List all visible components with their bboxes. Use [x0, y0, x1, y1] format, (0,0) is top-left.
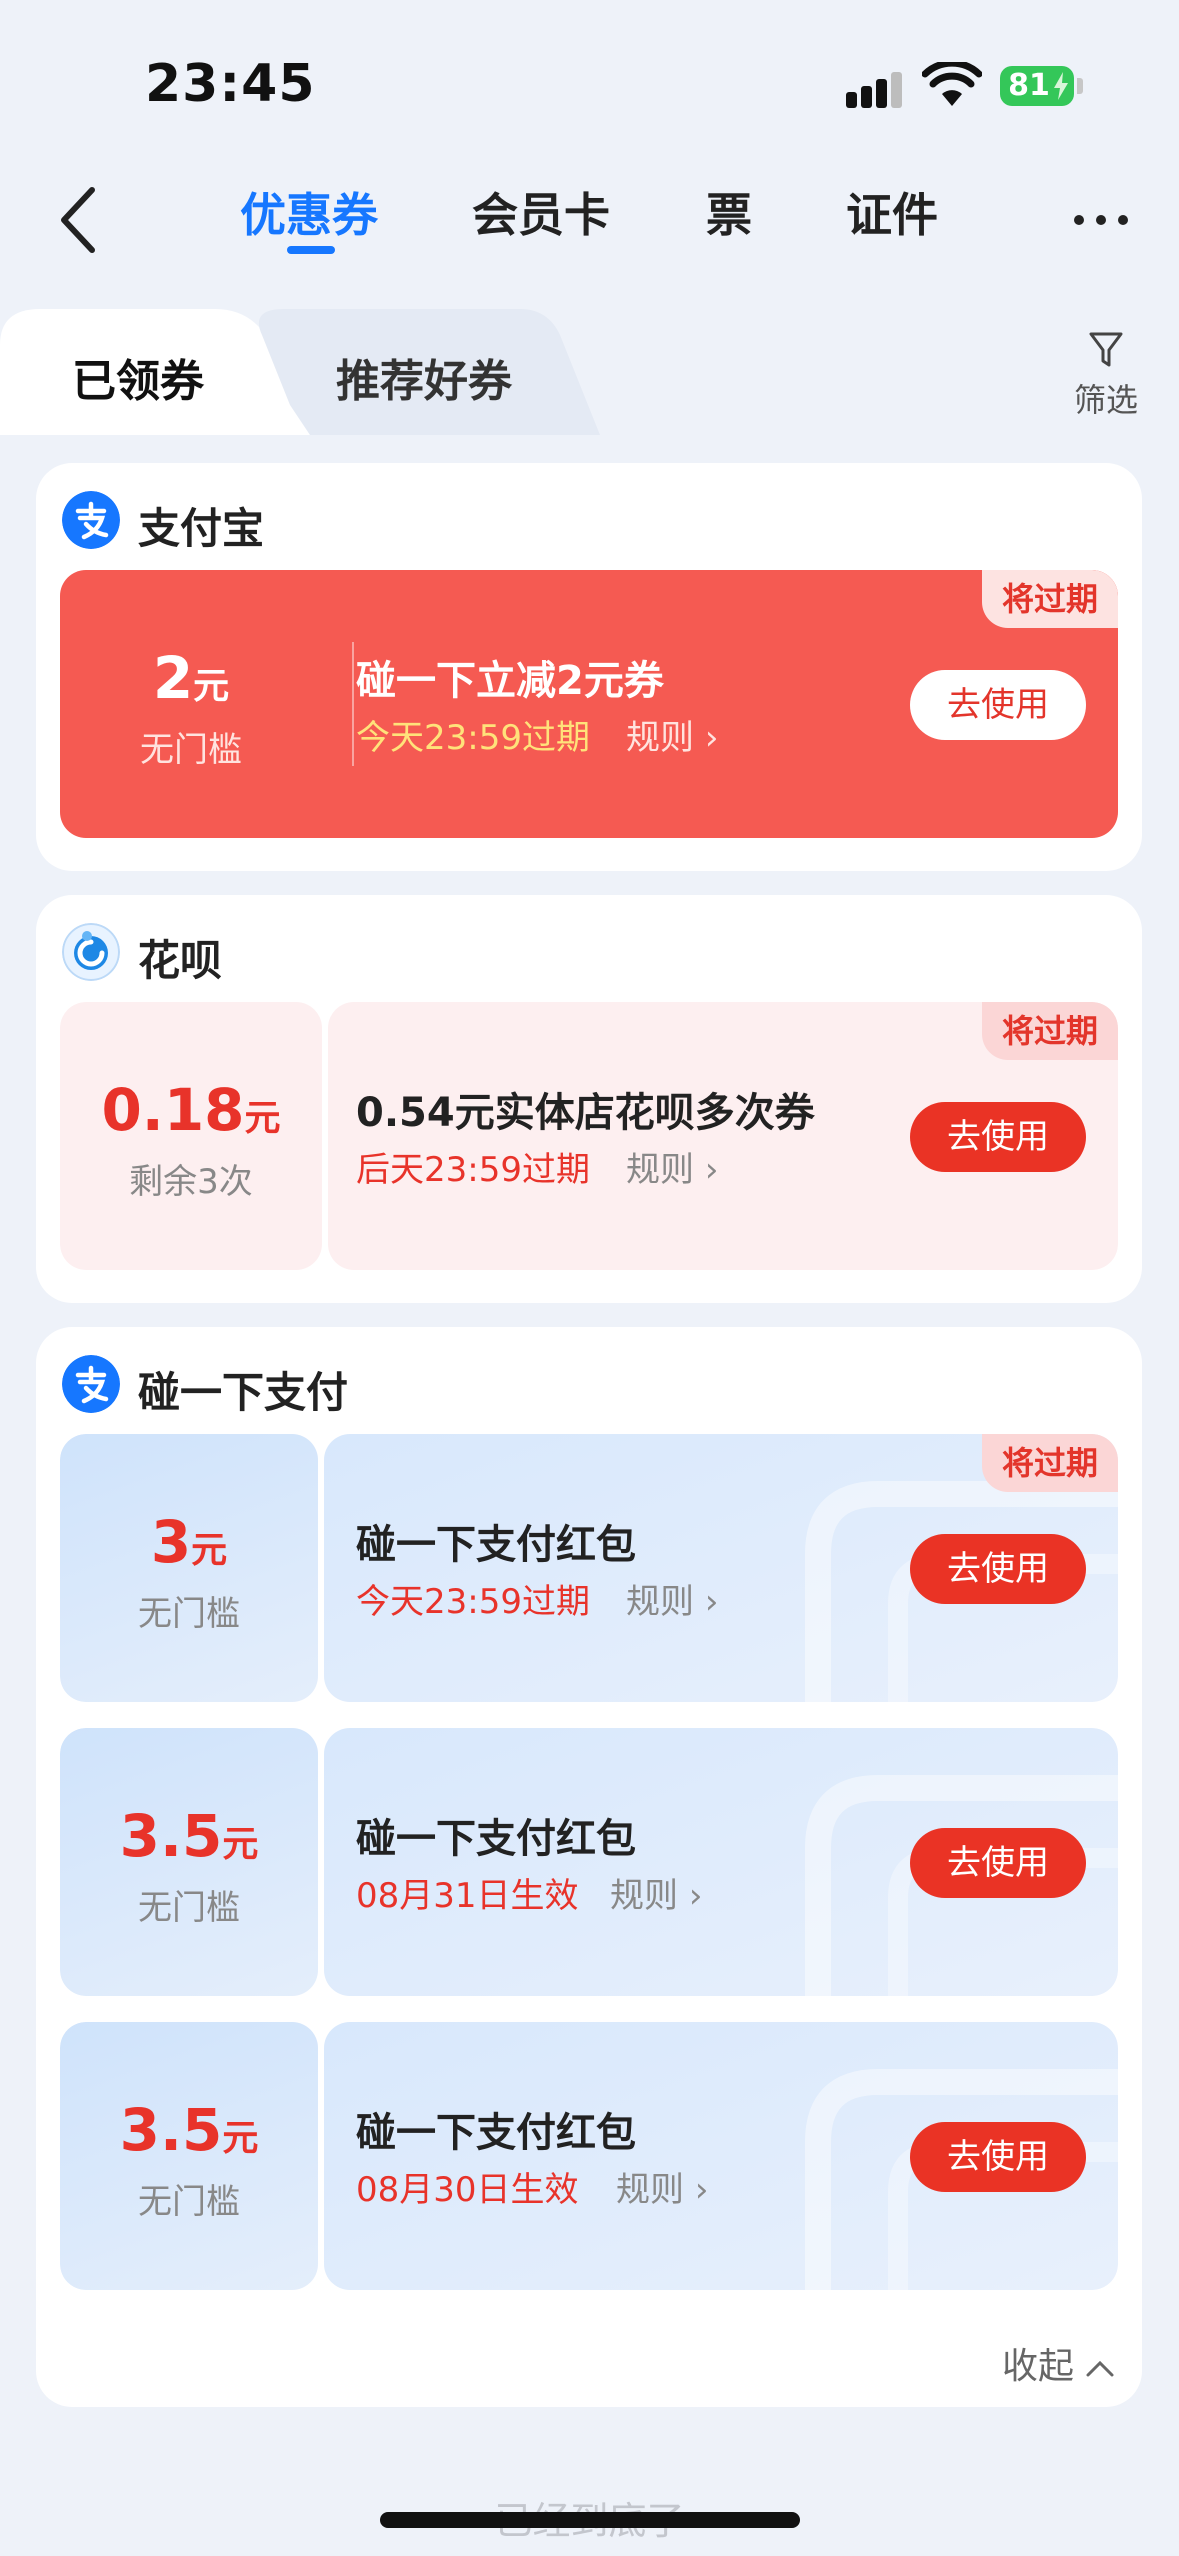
- expiring-badge: 将过期: [982, 1434, 1118, 1492]
- chevron-up-icon: [1086, 2360, 1114, 2377]
- collapse-button[interactable]: 收起: [1002, 2337, 1115, 2389]
- section-huabei: 花呗 0.18元 剩余3次 0.54元实体店花呗多次券 后天23:59过期 规则…: [36, 895, 1142, 1303]
- section-title: 花呗: [138, 936, 223, 985]
- use-coupon-button[interactable]: 去使用: [910, 1534, 1086, 1604]
- cellular-signal-icon: [846, 70, 904, 108]
- more-icon[interactable]: [1074, 205, 1130, 235]
- coupon-amount: 3.5元: [119, 1802, 259, 1870]
- battery-icon: 81: [1000, 66, 1074, 106]
- coupon-condition: 无门槛: [140, 730, 242, 770]
- use-coupon-button[interactable]: 去使用: [910, 1828, 1086, 1898]
- coupon-rule-link[interactable]: 规则 ›: [626, 710, 718, 759]
- coupon-card[interactable]: 0.18元 剩余3次 0.54元实体店花呗多次券 后天23:59过期 规则 › …: [60, 1002, 1118, 1270]
- coupon-expiry: 今天23:59过期: [356, 718, 590, 758]
- tab-tickets[interactable]: 票: [706, 180, 752, 250]
- battery-level: 81: [1008, 68, 1050, 103]
- coupon-card[interactable]: 3.5元 无门槛 碰一下支付红包 08月31日生效 规则 › 去使用: [60, 1728, 1118, 1996]
- coupon-card[interactable]: 2元 无门槛 碰一下立减2元券 今天23:59过期 规则 › 去使用 将过期: [60, 570, 1118, 838]
- alipay-logo-icon: [62, 1355, 120, 1413]
- chevron-right-icon: ›: [704, 718, 719, 758]
- expiring-badge: 将过期: [982, 570, 1118, 628]
- coupon-subtabs: 已领券 推荐好券 筛选: [0, 305, 1179, 445]
- use-coupon-button[interactable]: 去使用: [910, 670, 1086, 740]
- coupon-effective-date: 08月30日生效: [356, 2170, 579, 2210]
- charging-bolt-icon: [1054, 72, 1068, 100]
- top-nav: 优惠券 会员卡 票 证件: [0, 150, 1179, 290]
- tab-member-cards[interactable]: 会员卡: [472, 180, 610, 250]
- subtab-recommended[interactable]: 推荐好券: [336, 345, 512, 409]
- huabei-logo-icon: [62, 923, 120, 981]
- coupon-amount: 3元: [150, 1508, 228, 1576]
- coupon-divider: [352, 642, 354, 766]
- expiring-badge: 将过期: [982, 1002, 1118, 1060]
- section-title: 碰一下支付: [138, 1368, 349, 1417]
- coupon-title: 0.54元实体店花呗多次券: [356, 1090, 815, 1136]
- battery-cap: [1077, 78, 1083, 94]
- wifi-icon: [922, 62, 982, 106]
- back-icon[interactable]: [52, 178, 112, 262]
- status-bar: 23:45 81: [0, 0, 1179, 150]
- coupon-title: 碰一下支付红包: [356, 1522, 636, 1568]
- filter-icon: [1089, 332, 1123, 367]
- chevron-right-icon: ›: [704, 1582, 719, 1622]
- coupon-card[interactable]: 3元 无门槛 碰一下支付红包 今天23:59过期 规则 › 去使用 将过期: [60, 1434, 1118, 1702]
- active-tab-indicator: [287, 246, 335, 254]
- coupon-title: 碰一下支付红包: [356, 2110, 636, 2156]
- coupon-rule-link[interactable]: 规则 ›: [616, 2162, 708, 2211]
- filter-label: 筛选: [1073, 381, 1138, 419]
- section-alipay: 支付宝 2元 无门槛 碰一下立减2元券 今天23:59过期 规则 › 去使用 将…: [36, 463, 1142, 871]
- coupon-amount: 2元: [152, 644, 230, 712]
- coupon-condition: 无门槛: [138, 2182, 240, 2222]
- coupon-amount: 0.18元: [101, 1076, 281, 1144]
- status-time: 23:45: [145, 54, 316, 114]
- chevron-right-icon: ›: [688, 1876, 703, 1916]
- coupon-condition: 无门槛: [138, 1888, 240, 1928]
- coupon-title: 碰一下支付红包: [356, 1816, 636, 1862]
- home-indicator: [380, 2512, 800, 2528]
- coupon-rule-link[interactable]: 规则 ›: [610, 1868, 702, 1917]
- tab-coupons[interactable]: 优惠券: [240, 180, 378, 250]
- coupon-title: 碰一下立减2元券: [356, 658, 664, 704]
- section-title: 支付宝: [138, 504, 265, 553]
- coupon-rule-link[interactable]: 规则 ›: [626, 1574, 718, 1623]
- subtab-received[interactable]: 已领券: [72, 345, 204, 409]
- coupon-condition: 无门槛: [138, 1594, 240, 1634]
- chevron-right-icon: ›: [704, 1150, 719, 1190]
- coupon-rule-link[interactable]: 规则 ›: [626, 1142, 718, 1191]
- use-coupon-button[interactable]: 去使用: [910, 2122, 1086, 2192]
- coupon-expiry: 后天23:59过期: [356, 1150, 590, 1190]
- use-coupon-button[interactable]: 去使用: [910, 1102, 1086, 1172]
- coupon-amount: 3.5元: [119, 2096, 259, 2164]
- chevron-right-icon: ›: [694, 2170, 709, 2210]
- section-tap-to-pay: 碰一下支付 3元 无门槛 碰一下支付红包 今天23:59过期 规则 › 去使用 …: [36, 1327, 1142, 2407]
- coupon-expiry: 今天23:59过期: [356, 1582, 590, 1622]
- alipay-logo-icon: [62, 491, 120, 549]
- coupon-effective-date: 08月31日生效: [356, 1876, 579, 1916]
- tab-documents[interactable]: 证件: [846, 180, 938, 250]
- coupon-card[interactable]: 3.5元 无门槛 碰一下支付红包 08月30日生效 规则 › 去使用: [60, 2022, 1118, 2290]
- filter-button[interactable]: 筛选: [1068, 325, 1144, 425]
- coupon-page: 23:45 81 优惠券 会员卡 票 证件 已领券 推荐好券 筛选 支付宝 2元…: [0, 0, 1179, 2556]
- coupon-condition: 剩余3次: [129, 1162, 253, 1202]
